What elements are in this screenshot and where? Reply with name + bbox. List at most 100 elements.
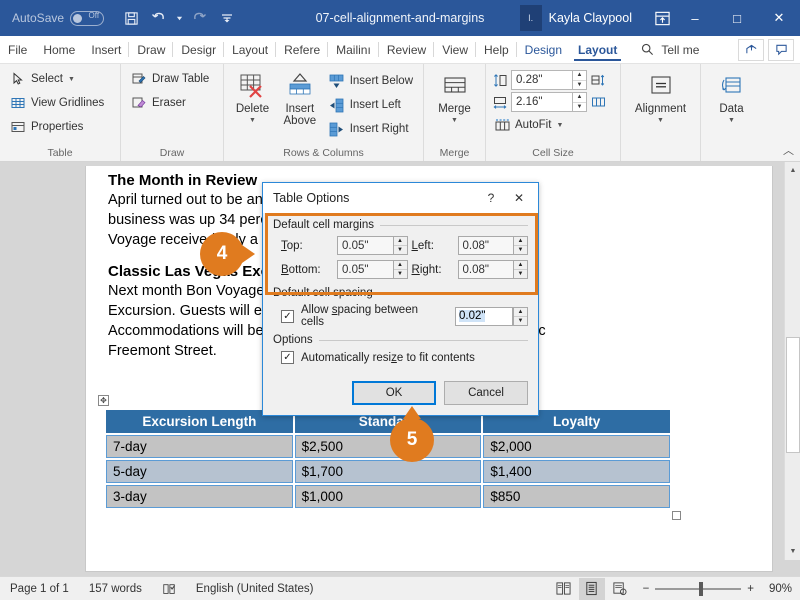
user-account[interactable]: I. Kayla Claypool (519, 0, 632, 36)
print-layout-icon[interactable] (578, 577, 605, 600)
vertical-scrollbar[interactable]: ▲ ▼ (784, 162, 800, 560)
scroll-up-icon[interactable]: ▲ (785, 162, 800, 179)
autosave-toggle[interactable]: Off (70, 10, 105, 26)
language-indicator[interactable]: English (United States) (186, 583, 324, 595)
row-height-input[interactable]: 0.28" (511, 70, 573, 90)
table-row[interactable]: 3-day $1,000 $850 (106, 485, 670, 508)
zoom-level[interactable]: 90% (760, 583, 792, 595)
cell-spacing-input[interactable]: 0.02" (455, 306, 513, 326)
top-margin-spinner[interactable]: ▲ ▼ (392, 236, 408, 255)
cell-standard-2[interactable]: $1,000 (294, 485, 482, 508)
maximize-button[interactable]: □ (716, 0, 758, 36)
tab-design[interactable]: Desigr (173, 36, 224, 63)
tab-file[interactable]: File (0, 36, 35, 63)
eraser-button[interactable]: Eraser (127, 92, 213, 114)
customize-quick-access-icon[interactable] (214, 5, 240, 31)
tab-table-layout[interactable]: Layout (570, 36, 625, 63)
cell-length-1[interactable]: 5-day (106, 460, 293, 483)
spin-up-icon[interactable]: ▲ (573, 93, 586, 102)
select-button[interactable]: Select ▼ (6, 68, 108, 90)
table-row[interactable]: 7-day $2,500 $2,000 (106, 435, 670, 458)
table-resize-handle-icon[interactable] (672, 511, 681, 520)
zoom-out-button[interactable]: − (643, 583, 650, 595)
ok-button[interactable]: OK (352, 381, 436, 405)
merge-button[interactable]: Merge ▼ (430, 68, 479, 130)
left-margin-input[interactable]: 0.08" (457, 236, 513, 255)
cell-loyalty-0[interactable]: $2,000 (483, 435, 670, 458)
scroll-down-icon[interactable]: ▼ (785, 543, 800, 560)
right-margin-spinner[interactable]: ▲ ▼ (513, 260, 528, 279)
tab-table-design[interactable]: Design (517, 36, 570, 63)
tab-insert[interactable]: Insert (83, 36, 130, 63)
ribbon-display-options-icon[interactable] (650, 6, 674, 30)
chevron-up-icon[interactable]: ︿ (783, 142, 794, 158)
redo-icon[interactable] (186, 5, 212, 31)
spin-down-icon[interactable]: ▼ (514, 315, 527, 325)
cancel-button[interactable]: Cancel (444, 381, 528, 405)
zoom-slider-thumb[interactable] (699, 581, 704, 596)
cell-loyalty-1[interactable]: $1,400 (483, 460, 670, 483)
spin-down-icon[interactable]: ▼ (514, 269, 527, 278)
proofing-errors-icon[interactable] (152, 582, 186, 596)
alignment-button[interactable]: Alignment ▼ (627, 68, 694, 130)
distribute-columns-icon[interactable] (590, 94, 606, 110)
minimize-button[interactable]: – (674, 0, 716, 36)
bottom-margin-input[interactable]: 0.05" (337, 260, 393, 279)
table-move-handle-icon[interactable]: ✥ (98, 395, 109, 406)
spin-up-icon[interactable]: ▲ (514, 237, 527, 245)
auto-resize-checkbox[interactable]: ✓ (281, 351, 294, 364)
share-icon[interactable] (738, 38, 764, 61)
spin-up-icon[interactable]: ▲ (394, 237, 407, 245)
undo-dropdown-icon[interactable] (174, 5, 184, 31)
tab-draw[interactable]: Draw (129, 36, 174, 63)
autofit-button[interactable]: AutoFit ▼ (490, 114, 567, 136)
view-gridlines-button[interactable]: View Gridlines (6, 92, 108, 114)
allow-spacing-checkbox[interactable]: ✓ (281, 309, 294, 323)
draw-table-button[interactable]: Draw Table (127, 68, 213, 90)
tab-review[interactable]: Review (379, 36, 435, 63)
delete-button[interactable]: Delete ▼ (230, 68, 275, 130)
close-button[interactable]: ✕ (758, 0, 800, 36)
insert-left-button[interactable]: Insert Left (325, 94, 417, 116)
scrollbar-thumb[interactable] (786, 337, 800, 453)
cell-standard-1[interactable]: $1,700 (294, 460, 482, 483)
pricing-table[interactable]: Excursion Length Standard Loyalty 7-day … (104, 408, 672, 510)
zoom-slider[interactable] (655, 581, 742, 596)
dialog-help-button[interactable]: ? (478, 186, 504, 210)
spin-up-icon[interactable]: ▲ (514, 261, 527, 269)
tab-view[interactable]: View (434, 36, 476, 63)
right-margin-input[interactable]: 0.08" (457, 260, 513, 279)
spin-up-icon[interactable]: ▲ (573, 71, 586, 80)
top-margin-input[interactable]: 0.05" (337, 236, 393, 255)
tell-me-search[interactable]: Tell me (631, 36, 707, 63)
tab-mailings[interactable]: Mailinı (328, 36, 379, 63)
data-button[interactable]: Data ▼ (707, 68, 756, 130)
spin-down-icon[interactable]: ▼ (573, 101, 586, 112)
tab-references[interactable]: Refere (276, 36, 329, 63)
web-layout-icon[interactable] (607, 578, 633, 600)
comments-icon[interactable] (768, 38, 794, 61)
tab-help[interactable]: Help (476, 36, 517, 63)
table-row[interactable]: 5-day $1,700 $1,400 (106, 460, 670, 483)
insert-above-button[interactable]: Insert Above (279, 68, 321, 130)
cell-standard-0[interactable]: $2,500 (294, 435, 482, 458)
row-height-spinner[interactable]: ▲ ▼ (573, 70, 587, 90)
cell-spacing-spinner[interactable]: ▲ ▼ (513, 306, 528, 326)
spin-down-icon[interactable]: ▼ (514, 245, 527, 254)
column-width-input[interactable]: 2.16" (511, 92, 573, 112)
cell-length-0[interactable]: 7-day (106, 435, 293, 458)
tab-layout[interactable]: Layout (224, 36, 277, 63)
properties-button[interactable]: Properties (6, 116, 108, 138)
cell-length-2[interactable]: 3-day (106, 485, 293, 508)
dialog-close-button[interactable]: ✕ (506, 186, 532, 210)
cell-loyalty-2[interactable]: $850 (483, 485, 670, 508)
insert-below-button[interactable]: Insert Below (325, 70, 417, 92)
spin-up-icon[interactable]: ▲ (394, 261, 407, 269)
spin-down-icon[interactable]: ▼ (393, 269, 407, 278)
word-count[interactable]: 157 words (79, 583, 152, 595)
spin-down-icon[interactable]: ▼ (393, 245, 407, 254)
tab-home[interactable]: Home (35, 36, 83, 63)
read-mode-icon[interactable] (551, 578, 577, 600)
zoom-in-button[interactable]: + (747, 583, 754, 595)
left-margin-spinner[interactable]: ▲ ▼ (513, 236, 528, 255)
